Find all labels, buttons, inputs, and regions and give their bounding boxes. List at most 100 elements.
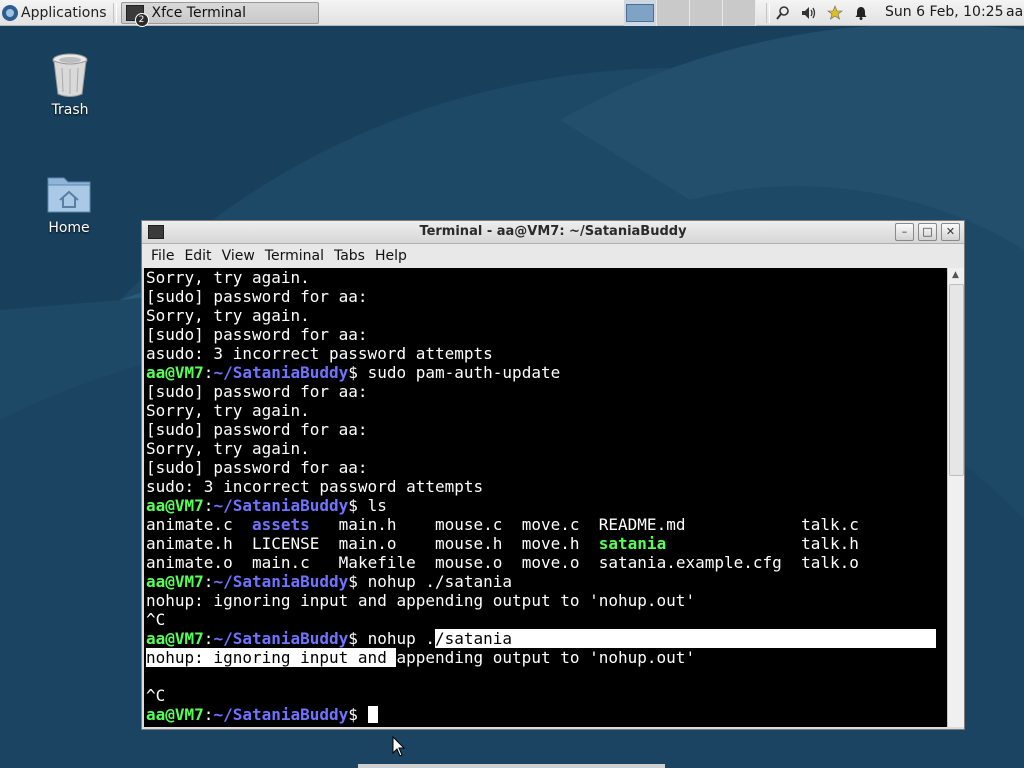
prompt-user: aa@VM7	[146, 572, 204, 591]
ls-directory: assets	[251, 515, 310, 534]
ls-file: README.md	[598, 515, 686, 534]
output-text: nohup: ignoring input and appending outp…	[146, 591, 696, 610]
volume-icon[interactable]	[798, 2, 820, 24]
terminal-window: Terminal - aa@VM7: ~/SataniaBuddy – □ ✕ …	[141, 220, 965, 730]
terminal-line: animate.c assets main.h mouse.c move.c R…	[146, 515, 936, 534]
system-tray	[764, 0, 876, 26]
top-panel: Applications 2 Xfce Terminal Sun 6 Feb, …	[0, 0, 1024, 27]
terminal-line: aa@VM7:~/SataniaBuddy$	[146, 705, 936, 724]
terminal-line: asudo: 3 incorrect password attempts	[146, 344, 936, 363]
minimize-button[interactable]: –	[895, 223, 914, 241]
ls-padding	[502, 553, 521, 572]
prompt-symbol: $	[348, 629, 368, 648]
output-text: Sorry, try again.	[146, 306, 310, 325]
terminal-line: animate.o main.c Makefile mouse.o move.o…	[146, 553, 936, 572]
mouse-pointer-icon	[392, 735, 406, 762]
maximize-button[interactable]: □	[918, 223, 937, 241]
menu-tabs[interactable]: Tabs	[329, 248, 370, 264]
menu-help[interactable]: Help	[370, 248, 412, 264]
applications-menu-button[interactable]: Applications	[0, 0, 111, 26]
terminal-line: Sorry, try again.	[146, 306, 936, 325]
prompt-separator: :	[203, 363, 214, 382]
ls-file: main.h	[338, 515, 397, 534]
desktop-icon-trash[interactable]: Trash	[30, 52, 110, 118]
ls-padding	[502, 534, 521, 553]
prompt-user: aa@VM7	[146, 705, 204, 724]
command-text: sudo pam-auth-update	[367, 363, 561, 382]
menu-view[interactable]: View	[217, 248, 260, 264]
xfce-logo-icon	[2, 4, 18, 21]
ls-padding	[310, 515, 339, 534]
desktop-icon-label: Home	[48, 220, 90, 236]
taskbar-item-label: Xfce Terminal	[151, 4, 246, 21]
prompt-path: ~/SataniaBuddy	[213, 705, 349, 724]
prompt-path: ~/SataniaBuddy	[213, 629, 349, 648]
ls-padding	[233, 534, 252, 553]
workspace-window-thumb	[626, 4, 654, 22]
prompt-user: aa@VM7	[146, 363, 204, 382]
prompt-user: aa@VM7	[146, 629, 204, 648]
ls-file: move.o	[521, 553, 580, 572]
terminal-line: [sudo] password for aa:	[146, 420, 936, 439]
selected-text: nohup: ignoring input and	[146, 648, 397, 667]
terminal-line: animate.h LICENSE main.o mouse.h move.h …	[146, 534, 936, 553]
workspace-4[interactable]	[723, 0, 756, 26]
window-title: Terminal - aa@VM7: ~/SataniaBuddy	[419, 224, 687, 239]
ls-file: animate.c	[146, 515, 233, 534]
home-folder-icon	[47, 177, 91, 213]
notifications-bell-icon[interactable]	[850, 2, 872, 24]
close-button[interactable]: ✕	[941, 223, 960, 241]
output-text: [sudo] password for aa:	[146, 325, 368, 344]
user-menu[interactable]: aa	[1006, 4, 1023, 20]
ls-padding	[396, 534, 435, 553]
workspace-2[interactable]	[657, 0, 690, 26]
menu-file[interactable]: File	[146, 248, 179, 264]
workspace-1[interactable]	[624, 0, 657, 26]
prompt-symbol: $	[348, 705, 368, 724]
ls-padding	[666, 534, 801, 553]
ls-executable: satania	[598, 534, 667, 553]
command-text: nohup .	[367, 629, 435, 648]
scrollbar-thumb[interactable]	[949, 284, 964, 476]
output-text: ^C	[146, 686, 166, 705]
window-titlebar[interactable]: Terminal - aa@VM7: ~/SataniaBuddy – □ ✕	[142, 221, 964, 244]
workspace-3[interactable]	[690, 0, 723, 26]
output-text: [sudo] password for aa:	[146, 287, 368, 306]
ls-padding	[416, 553, 435, 572]
menu-bar: File Edit View Terminal Tabs Help	[142, 244, 964, 268]
terminal-line: nohup: ignoring input and appending outp…	[146, 648, 936, 667]
trash-icon	[52, 53, 88, 97]
terminal-line: [sudo] password for aa:	[146, 287, 936, 306]
output-text: Sorry, try again.	[146, 401, 310, 420]
ls-file: move.h	[521, 534, 580, 553]
prompt-path: ~/SataniaBuddy	[213, 496, 349, 515]
prompt-symbol: $	[348, 572, 368, 591]
scroll-up-icon[interactable]: ▲	[948, 268, 963, 282]
ls-file: mouse.o	[435, 553, 503, 572]
ls-file: mouse.h	[435, 534, 503, 553]
prompt-separator: :	[203, 629, 214, 648]
panel-separator	[112, 2, 117, 23]
clock[interactable]: Sun 6 Feb, 10:25	[885, 4, 1003, 20]
ls-file: Makefile	[338, 553, 416, 572]
terminal-line: Sorry, try again.	[146, 268, 936, 287]
ls-file: animate.o	[146, 553, 233, 572]
taskbar-item-terminal[interactable]: 2 Xfce Terminal	[120, 1, 319, 27]
terminal-line: aa@VM7:~/SataniaBuddy$ nohup ./satania	[146, 572, 936, 591]
command-text: nohup ./satania	[367, 572, 513, 591]
output-text: Sorry, try again.	[146, 268, 310, 287]
text-cursor	[367, 706, 378, 723]
network-search-icon[interactable]	[772, 2, 794, 24]
prompt-separator: :	[203, 705, 214, 724]
menu-edit[interactable]: Edit	[179, 248, 216, 264]
updates-icon[interactable]	[824, 2, 846, 24]
terminal-line: aa@VM7:~/SataniaBuddy$ ls	[146, 496, 936, 515]
ls-padding	[580, 534, 599, 553]
workspace-switcher	[624, 0, 756, 26]
terminal-icon: 2	[125, 4, 149, 27]
terminal-output[interactable]: Sorry, try again. [sudo] password for aa:…	[144, 268, 947, 727]
desktop-icon-home[interactable]: Home	[29, 172, 109, 236]
vertical-scrollbar[interactable]: ▲	[947, 268, 964, 727]
terminal-line: Sorry, try again.	[146, 439, 936, 458]
menu-terminal[interactable]: Terminal	[260, 248, 329, 264]
